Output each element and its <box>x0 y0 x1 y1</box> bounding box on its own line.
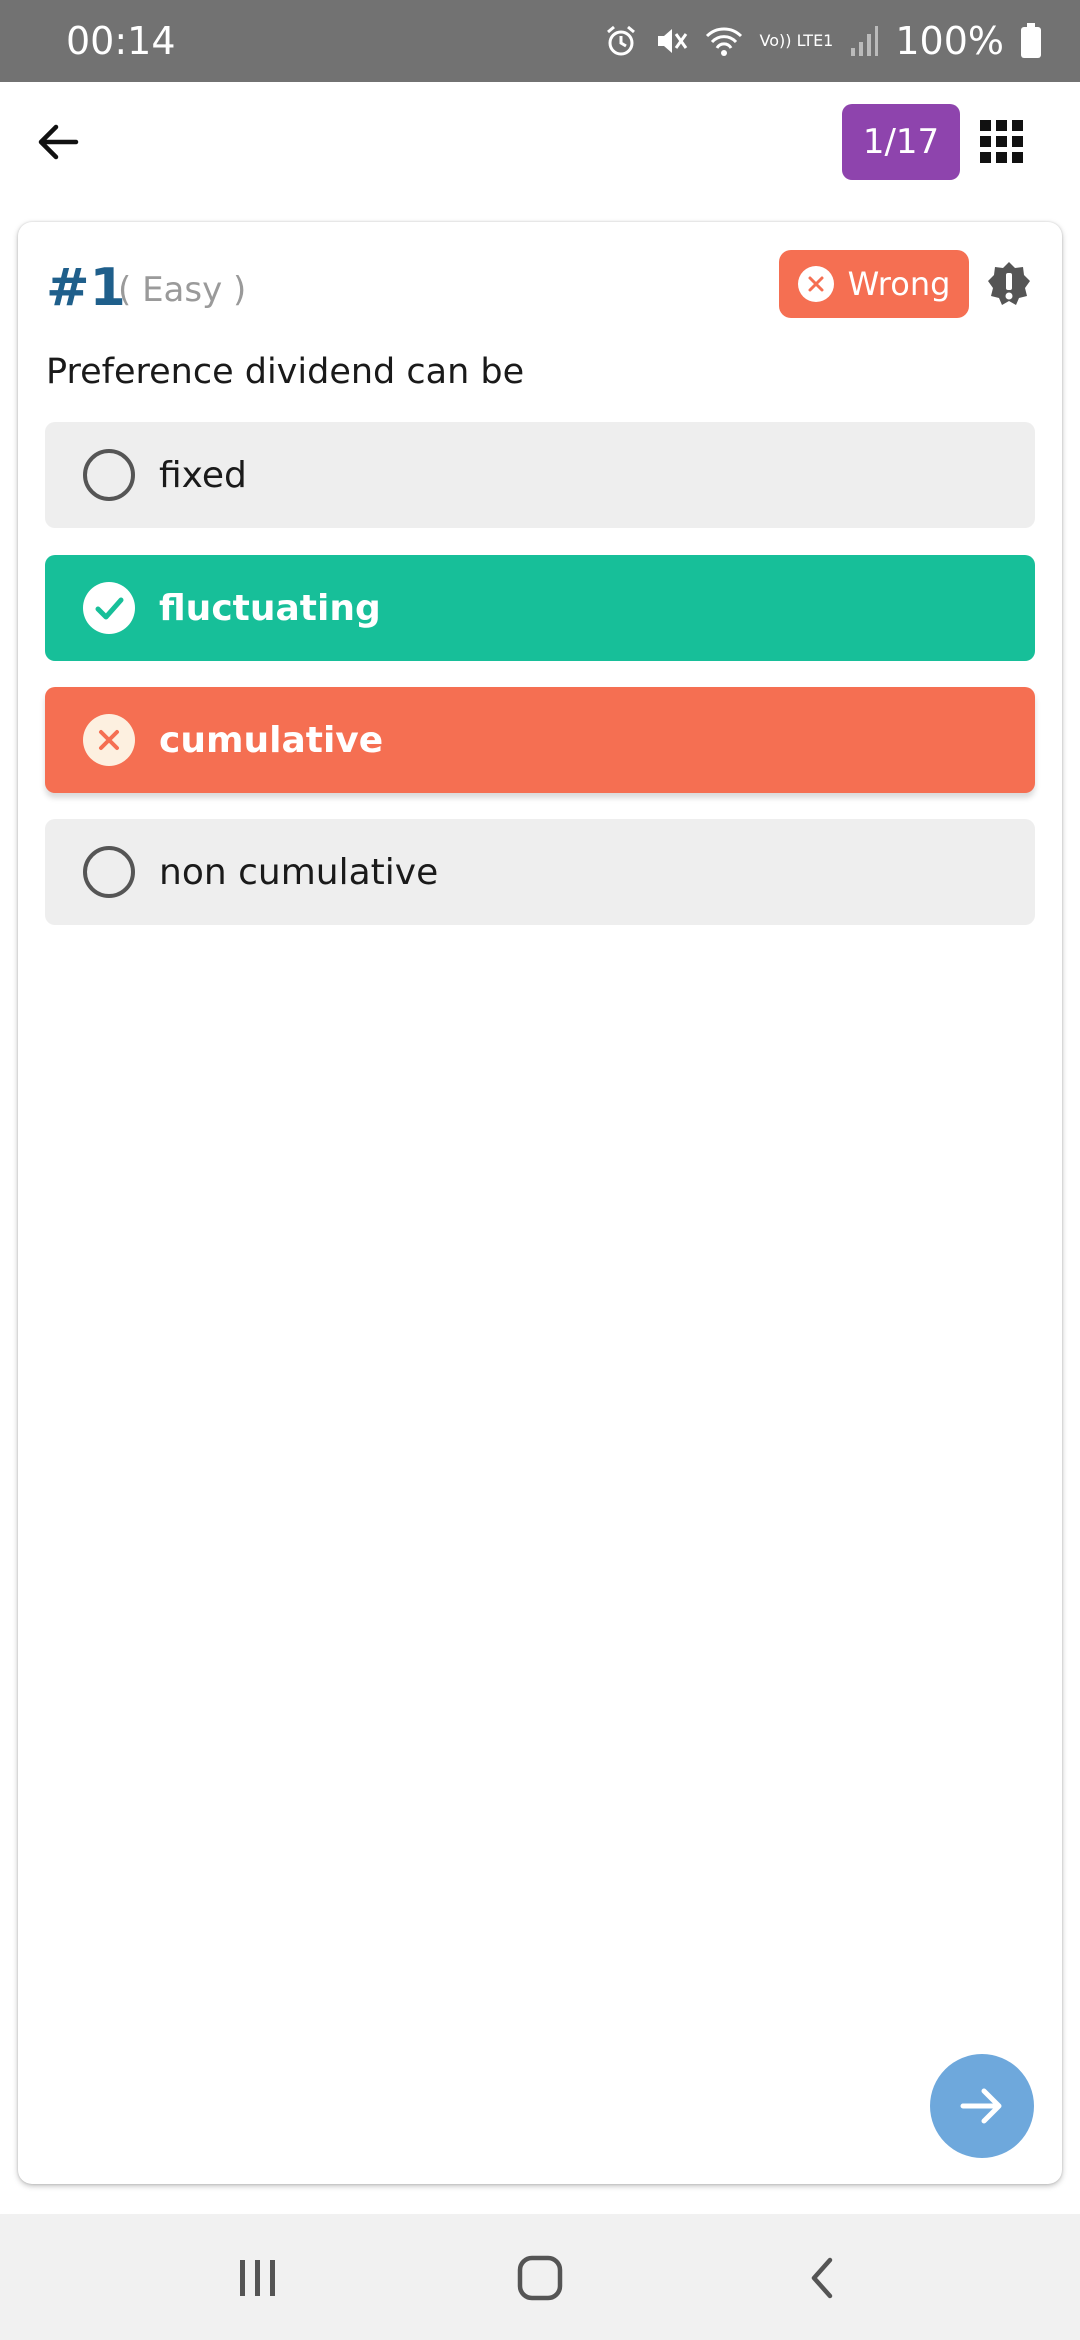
question-number: #1 <box>46 258 126 318</box>
network-type: Vo)) LTE1 <box>759 31 834 50</box>
option-fluctuating[interactable]: fluctuating <box>45 555 1035 661</box>
grid-menu-icon[interactable] <box>980 120 1024 164</box>
close-circle-icon <box>797 266 834 302</box>
next-button[interactable] <box>930 2054 1034 2158</box>
app-bar: 1/17 <box>0 82 1080 222</box>
result-label: Wrong <box>847 265 951 303</box>
option-non-cumulative[interactable]: non cumulative <box>45 819 1035 925</box>
battery-icon <box>1020 23 1042 59</box>
option-label: fluctuating <box>159 587 381 629</box>
signal-icon <box>849 24 879 58</box>
recents-icon[interactable] <box>228 2250 288 2306</box>
option-label: non cumulative <box>159 851 439 893</box>
mute-icon <box>654 24 688 58</box>
option-label: fixed <box>159 454 247 496</box>
radio-empty-icon <box>83 449 135 501</box>
question-card: #1 ( Easy ) Wrong Preference dividend ca… <box>18 222 1062 2184</box>
home-icon[interactable] <box>510 2250 570 2306</box>
report-icon[interactable] <box>984 260 1034 310</box>
battery-percent: 100% <box>895 19 1004 63</box>
option-fixed[interactable]: fixed <box>45 422 1035 528</box>
question-difficulty: ( Easy ) <box>118 270 247 310</box>
status-icons: Vo)) LTE1 100% <box>604 19 1042 63</box>
system-nav-bar <box>0 2214 1080 2340</box>
close-circle-icon <box>83 714 135 766</box>
radio-empty-icon <box>83 846 135 898</box>
wifi-icon <box>704 24 744 58</box>
result-badge: Wrong <box>779 250 969 318</box>
option-cumulative[interactable]: cumulative <box>45 687 1035 793</box>
option-label: cumulative <box>159 719 384 761</box>
arrow-right-icon <box>960 2088 1002 2124</box>
status-bar: 00:14 Vo)) LTE1 100% <box>0 0 1080 82</box>
status-time: 00:14 <box>66 19 176 63</box>
check-circle-icon <box>83 582 135 634</box>
question-text: Preference dividend can be <box>46 352 525 392</box>
back-arrow-icon[interactable] <box>34 118 82 166</box>
question-progress[interactable]: 1/17 <box>842 104 960 180</box>
back-nav-icon[interactable] <box>792 2250 852 2306</box>
alarm-icon <box>604 24 638 58</box>
